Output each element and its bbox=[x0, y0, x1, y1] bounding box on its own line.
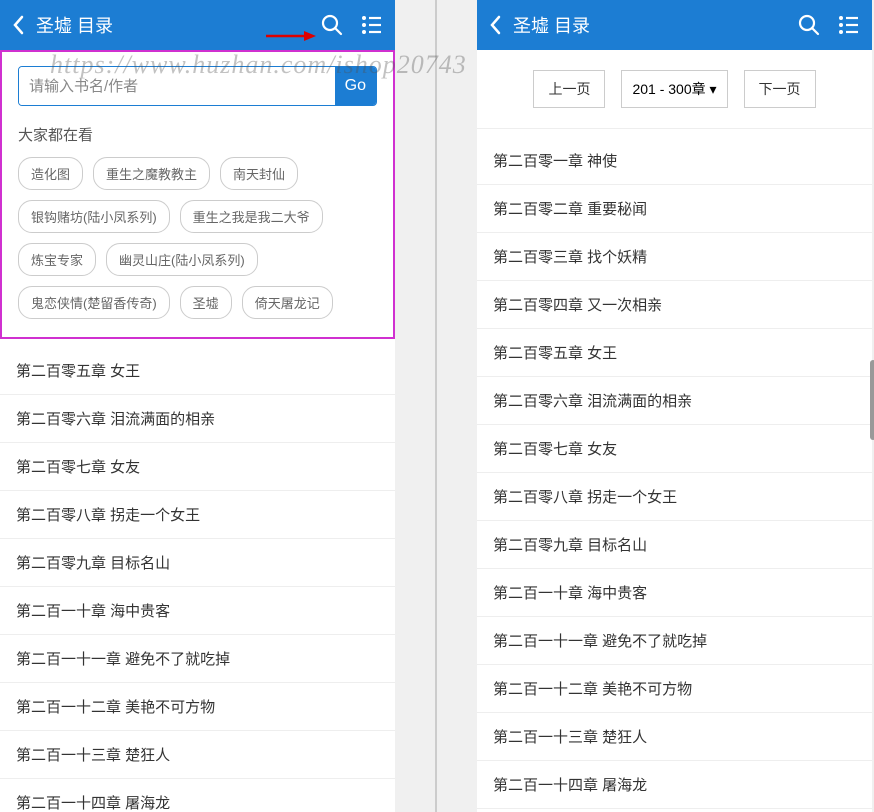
chapter-item[interactable]: 第二百零六章 泪流满面的相亲 bbox=[477, 377, 872, 425]
chapter-item[interactable]: 第二百一十一章 避免不了就吃掉 bbox=[0, 635, 395, 683]
go-button[interactable]: Go bbox=[335, 67, 376, 105]
recommend-tag[interactable]: 造化图 bbox=[18, 157, 83, 190]
chapter-item[interactable]: 第二百零八章 拐走一个女王 bbox=[0, 491, 395, 539]
chapter-item[interactable]: 第二百零四章 又一次相亲 bbox=[477, 281, 872, 329]
recommend-tag[interactable]: 炼宝专家 bbox=[18, 243, 96, 276]
chapter-item[interactable]: 第二百一十三章 楚狂人 bbox=[0, 731, 395, 779]
chapter-item[interactable]: 第二百一十章 海中贵客 bbox=[0, 587, 395, 635]
scrollbar-thumb[interactable] bbox=[870, 360, 874, 440]
recommend-tag[interactable]: 鬼恋侠情(楚留香传奇) bbox=[18, 286, 170, 319]
prev-page-button[interactable]: 上一页 bbox=[533, 70, 605, 108]
chapter-item[interactable]: 第二百一十二章 美艳不可方物 bbox=[477, 665, 872, 713]
recommend-title: 大家都在看 bbox=[18, 124, 377, 145]
header-actions bbox=[798, 14, 860, 36]
list-icon[interactable] bbox=[838, 15, 860, 35]
chapter-item[interactable]: 第二百零六章 泪流满面的相亲 bbox=[0, 395, 395, 443]
tag-list: 造化图重生之魔教教主南天封仙银钩赌坊(陆小凤系列) 重生之我是我二大爷炼宝专家幽灵… bbox=[18, 157, 377, 319]
recommend-tag[interactable]: 倚天屠龙记 bbox=[242, 286, 333, 319]
chapter-item[interactable]: 第二百零二章 重要秘闻 bbox=[477, 185, 872, 233]
search-input[interactable] bbox=[19, 67, 335, 105]
chapter-list-right[interactable]: 第二百零一章 神使第二百零二章 重要秘闻第二百零三章 找个妖精第二百零四章 又一… bbox=[477, 137, 872, 812]
page-title: 圣墟 目录 bbox=[36, 12, 321, 38]
header-right: 圣墟 目录 bbox=[477, 0, 872, 50]
left-panel: 圣墟 目录 Go 大家都在看 造化图重生之魔教教主南天封仙银钩赌坊(陆小凤系列)… bbox=[0, 0, 395, 812]
chapter-range-select[interactable]: 201 - 300章 ▾ bbox=[621, 70, 727, 108]
chapter-item[interactable]: 第二百零一章 神使 bbox=[477, 137, 872, 185]
search-icon[interactable] bbox=[321, 14, 343, 36]
pagination-nav: 上一页 201 - 300章 ▾ 下一页 bbox=[477, 50, 872, 129]
recommend-tag[interactable]: 南天封仙 bbox=[220, 157, 298, 190]
search-panel: Go 大家都在看 造化图重生之魔教教主南天封仙银钩赌坊(陆小凤系列) 重生之我是我… bbox=[0, 50, 395, 339]
chapter-item[interactable]: 第二百一十四章 屠海龙 bbox=[477, 761, 872, 809]
chapter-item[interactable]: 第二百一十四章 屠海龙 bbox=[0, 779, 395, 812]
chapter-item[interactable]: 第二百一十章 海中贵客 bbox=[477, 569, 872, 617]
back-icon[interactable] bbox=[489, 15, 501, 35]
recommend-tag[interactable]: 重生之我是我二大爷 bbox=[180, 200, 323, 233]
recommend-tag[interactable]: 重生之魔教教主 bbox=[93, 157, 210, 190]
recommend-tag[interactable]: 圣墟 bbox=[180, 286, 232, 319]
chapter-item[interactable]: 第二百零九章 目标名山 bbox=[0, 539, 395, 587]
chapter-item[interactable]: 第二百零八章 拐走一个女王 bbox=[477, 473, 872, 521]
chapter-item[interactable]: 第二百一十一章 避免不了就吃掉 bbox=[477, 617, 872, 665]
chapter-item[interactable]: 第二百一十二章 美艳不可方物 bbox=[0, 683, 395, 731]
header-actions bbox=[321, 14, 383, 36]
search-row: Go bbox=[18, 66, 377, 106]
chapter-range-label: 201 - 300章 bbox=[632, 81, 705, 97]
chapter-list-left[interactable]: 第二百零五章 女王第二百零六章 泪流满面的相亲第二百零七章 女友第二百零八章 拐… bbox=[0, 347, 395, 812]
chapter-item[interactable]: 第二百零五章 女王 bbox=[477, 329, 872, 377]
chapter-item[interactable]: 第二百零七章 女友 bbox=[0, 443, 395, 491]
chapter-item[interactable]: 第二百零三章 找个妖精 bbox=[477, 233, 872, 281]
chapter-item[interactable]: 第二百零九章 目标名山 bbox=[477, 521, 872, 569]
chevron-down-icon: ▾ bbox=[710, 81, 717, 97]
header-left: 圣墟 目录 bbox=[0, 0, 395, 50]
page-title: 圣墟 目录 bbox=[513, 12, 798, 38]
recommend-tag[interactable]: 银钩赌坊(陆小凤系列) bbox=[18, 200, 170, 233]
chapter-item[interactable]: 第二百零五章 女王 bbox=[0, 347, 395, 395]
chapter-item[interactable]: 第二百零七章 女友 bbox=[477, 425, 872, 473]
back-icon[interactable] bbox=[12, 15, 24, 35]
search-icon[interactable] bbox=[798, 14, 820, 36]
chapter-item[interactable]: 第二百一十三章 楚狂人 bbox=[477, 713, 872, 761]
right-panel: 圣墟 目录 上一页 201 - 300章 ▾ 下一页 第二百零一章 神使第二百零… bbox=[477, 0, 872, 812]
list-icon[interactable] bbox=[361, 15, 383, 35]
divider bbox=[435, 0, 437, 812]
recommend-tag[interactable]: 幽灵山庄(陆小凤系列) bbox=[106, 243, 258, 276]
next-page-button[interactable]: 下一页 bbox=[744, 70, 816, 108]
